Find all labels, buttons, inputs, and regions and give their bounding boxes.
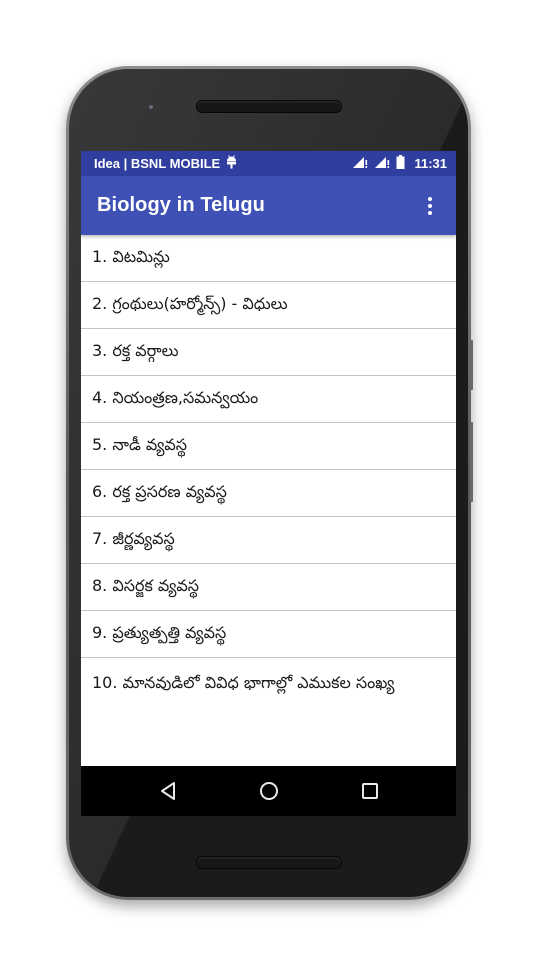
signal-icon: [352, 155, 368, 172]
list-item[interactable]: 4. నియంత్రణ,సమన్వయం: [81, 376, 456, 423]
home-button[interactable]: [249, 771, 289, 811]
android-debug-icon: [226, 155, 237, 172]
recents-icon: [361, 783, 378, 799]
list-item[interactable]: 10. మానవుడిలో వివిధ భాగాల్లో ఎముకల సంఖ్య: [81, 658, 456, 730]
list-item-label: 6. రక్త ప్రసరణ వ్యవస్థ: [92, 481, 227, 501]
list-item-label: 1. విటమిన్లు: [92, 246, 170, 266]
list-item-label: 4. నియంత్రణ,సమన్వయం: [92, 387, 259, 407]
list-item[interactable]: 8. విసర్జక వ్యవస్థ: [81, 564, 456, 611]
list-item[interactable]: 5. నాడీ వ్యవస్థ: [81, 423, 456, 470]
earpiece-speaker: [196, 100, 342, 113]
app-toolbar: Biology in Telugu: [81, 176, 456, 235]
list-item-label: 2. గ్రంథులు(హర్మోన్స్) - విధులు: [92, 293, 288, 313]
power-button: [470, 422, 473, 502]
app-title: Biology in Telugu: [97, 194, 265, 216]
volume-button: [470, 340, 473, 390]
back-button[interactable]: [148, 771, 188, 811]
list-item[interactable]: 2. గ్రంథులు(హర్మోన్స్) - విధులు: [81, 282, 456, 329]
navigation-bar: [81, 766, 456, 816]
status-bar: Idea | BSNL MOBILE 11:31: [81, 151, 456, 176]
home-icon: [259, 782, 278, 800]
recents-button[interactable]: [350, 771, 390, 811]
list-item-label: 8. విసర్జక వ్యవస్థ: [92, 575, 200, 595]
list-item-label: 9. ప్రత్యుత్పత్తి వ్యవస్థ: [92, 622, 227, 642]
list-item-label: 10. మానవుడిలో వివిధ భాగాల్లో ఎముకల సంఖ్య: [92, 673, 395, 692]
clock: 11:31: [414, 156, 447, 171]
battery-icon: [396, 155, 405, 172]
list-item[interactable]: 7. జీర్ణవ్యవస్థ: [81, 517, 456, 564]
signal-icon: [374, 155, 390, 172]
list-item-label: 7. జీర్ణవ్యవస్థ: [92, 528, 175, 548]
list-item-label: 5. నాడీ వ్యవస్థ: [92, 434, 188, 454]
screen: Idea | BSNL MOBILE 11:31 Biology in Telu…: [81, 151, 456, 816]
list-item[interactable]: 1. విటమిన్లు: [81, 235, 456, 282]
front-camera: [149, 105, 153, 109]
list-item[interactable]: 6. రక్త ప్రసరణ వ్యవస్థ: [81, 470, 456, 517]
carrier-label: Idea | BSNL MOBILE: [94, 156, 221, 171]
bottom-speaker: [196, 856, 342, 869]
list-item-label: 3. రక్త వర్గాలు: [92, 340, 179, 360]
topic-list[interactable]: 1. విటమిన్లు 2. గ్రంథులు(హర్మోన్స్) - వి…: [81, 235, 456, 766]
list-item[interactable]: 3. రక్త వర్గాలు: [81, 329, 456, 376]
back-icon: [160, 782, 175, 800]
list-item[interactable]: 9. ప్రత్యుత్పత్తి వ్యవస్థ: [81, 611, 456, 658]
overflow-menu-icon[interactable]: [420, 191, 440, 221]
